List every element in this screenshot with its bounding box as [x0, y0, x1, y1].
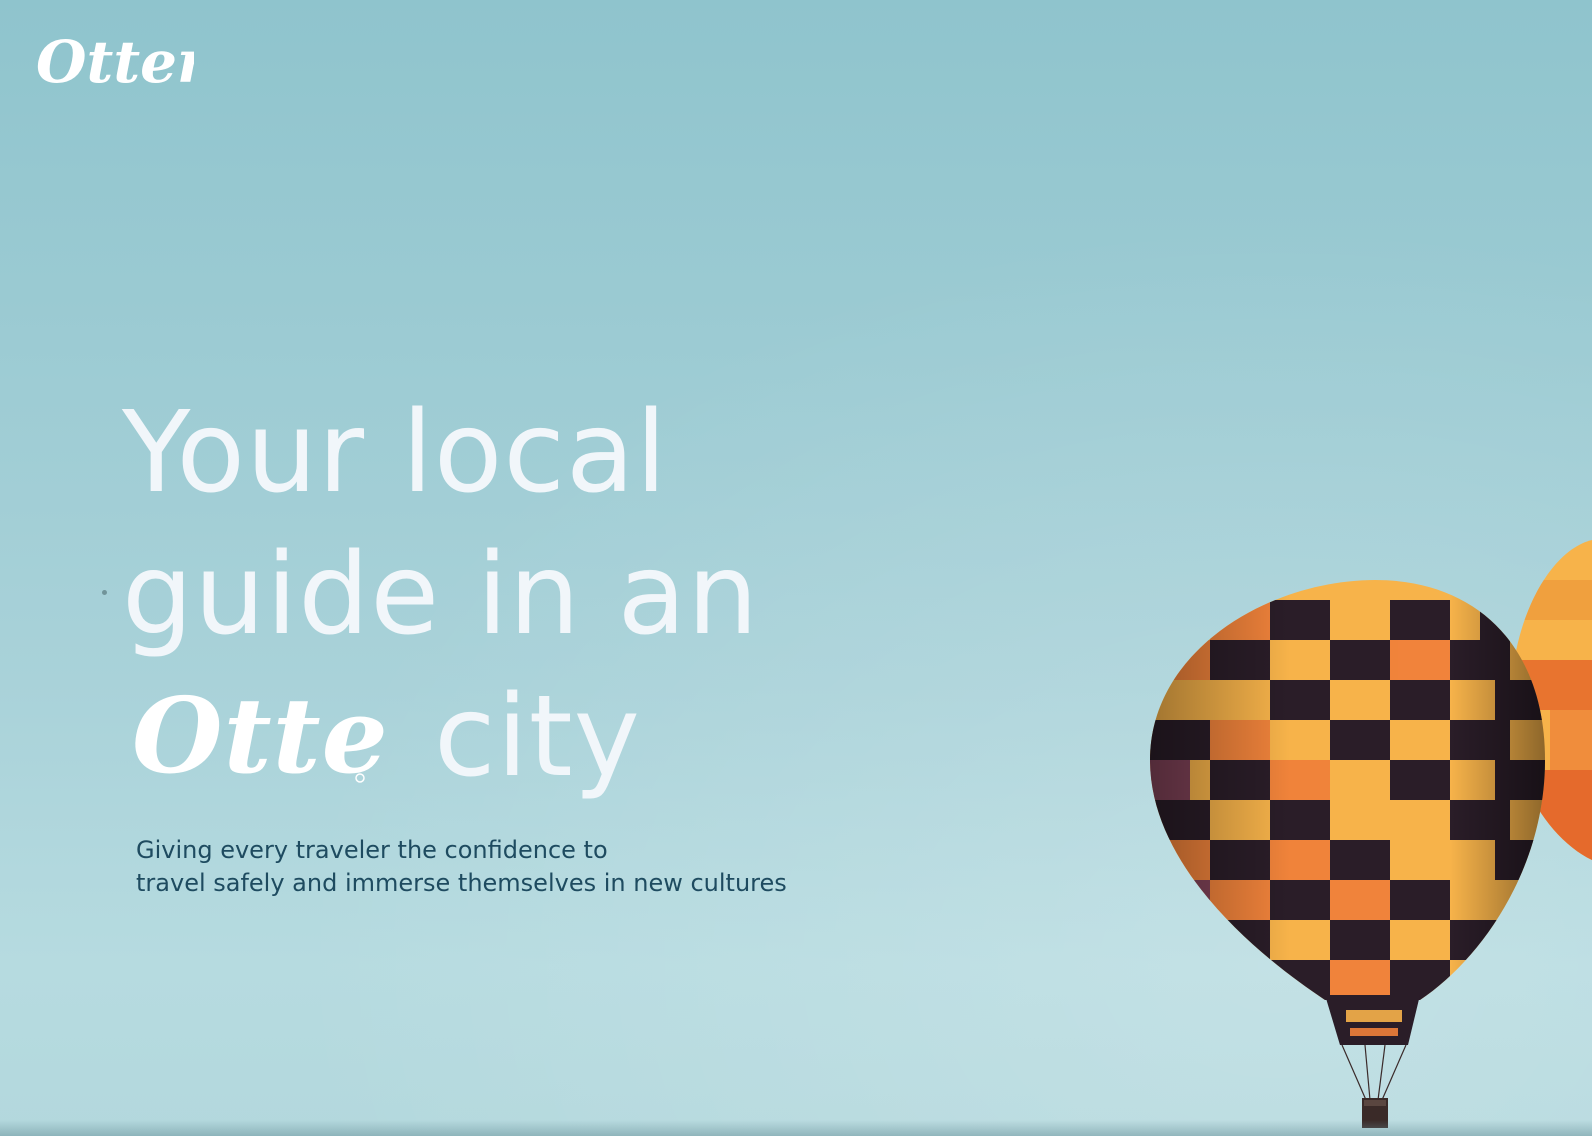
headline-line-3: Otter city [122, 666, 882, 808]
balloon-ropes [1341, 1044, 1407, 1101]
balloon-envelope [1150, 580, 1545, 1000]
logo-wordmark: Otter [36, 28, 194, 96]
hero-headline: Your local guide in an Otter city [122, 382, 882, 808]
subtitle-line-2: travel safely and immerse themselves in … [136, 869, 787, 897]
otter-logo-mark: Otter [36, 28, 212, 96]
subtitle-line-1: Giving every traveler the confidence to [136, 836, 608, 864]
hero-subtitle: Giving every traveler the confidence to … [136, 834, 856, 900]
inline-logo-wordmark: Otter [132, 678, 390, 796]
headline-city-word: city [434, 672, 641, 802]
otter-logo[interactable]: Otter [34, 26, 212, 96]
inline-otter-logo: Otter [132, 678, 390, 796]
bottom-edge [0, 1120, 1592, 1136]
balloon-illustration [1150, 540, 1592, 1128]
hot-air-balloon-image [1150, 540, 1592, 1136]
sky-speck [102, 590, 107, 595]
headline-line-1: Your local [122, 388, 668, 518]
headline-line-2: guide in an [122, 530, 760, 660]
